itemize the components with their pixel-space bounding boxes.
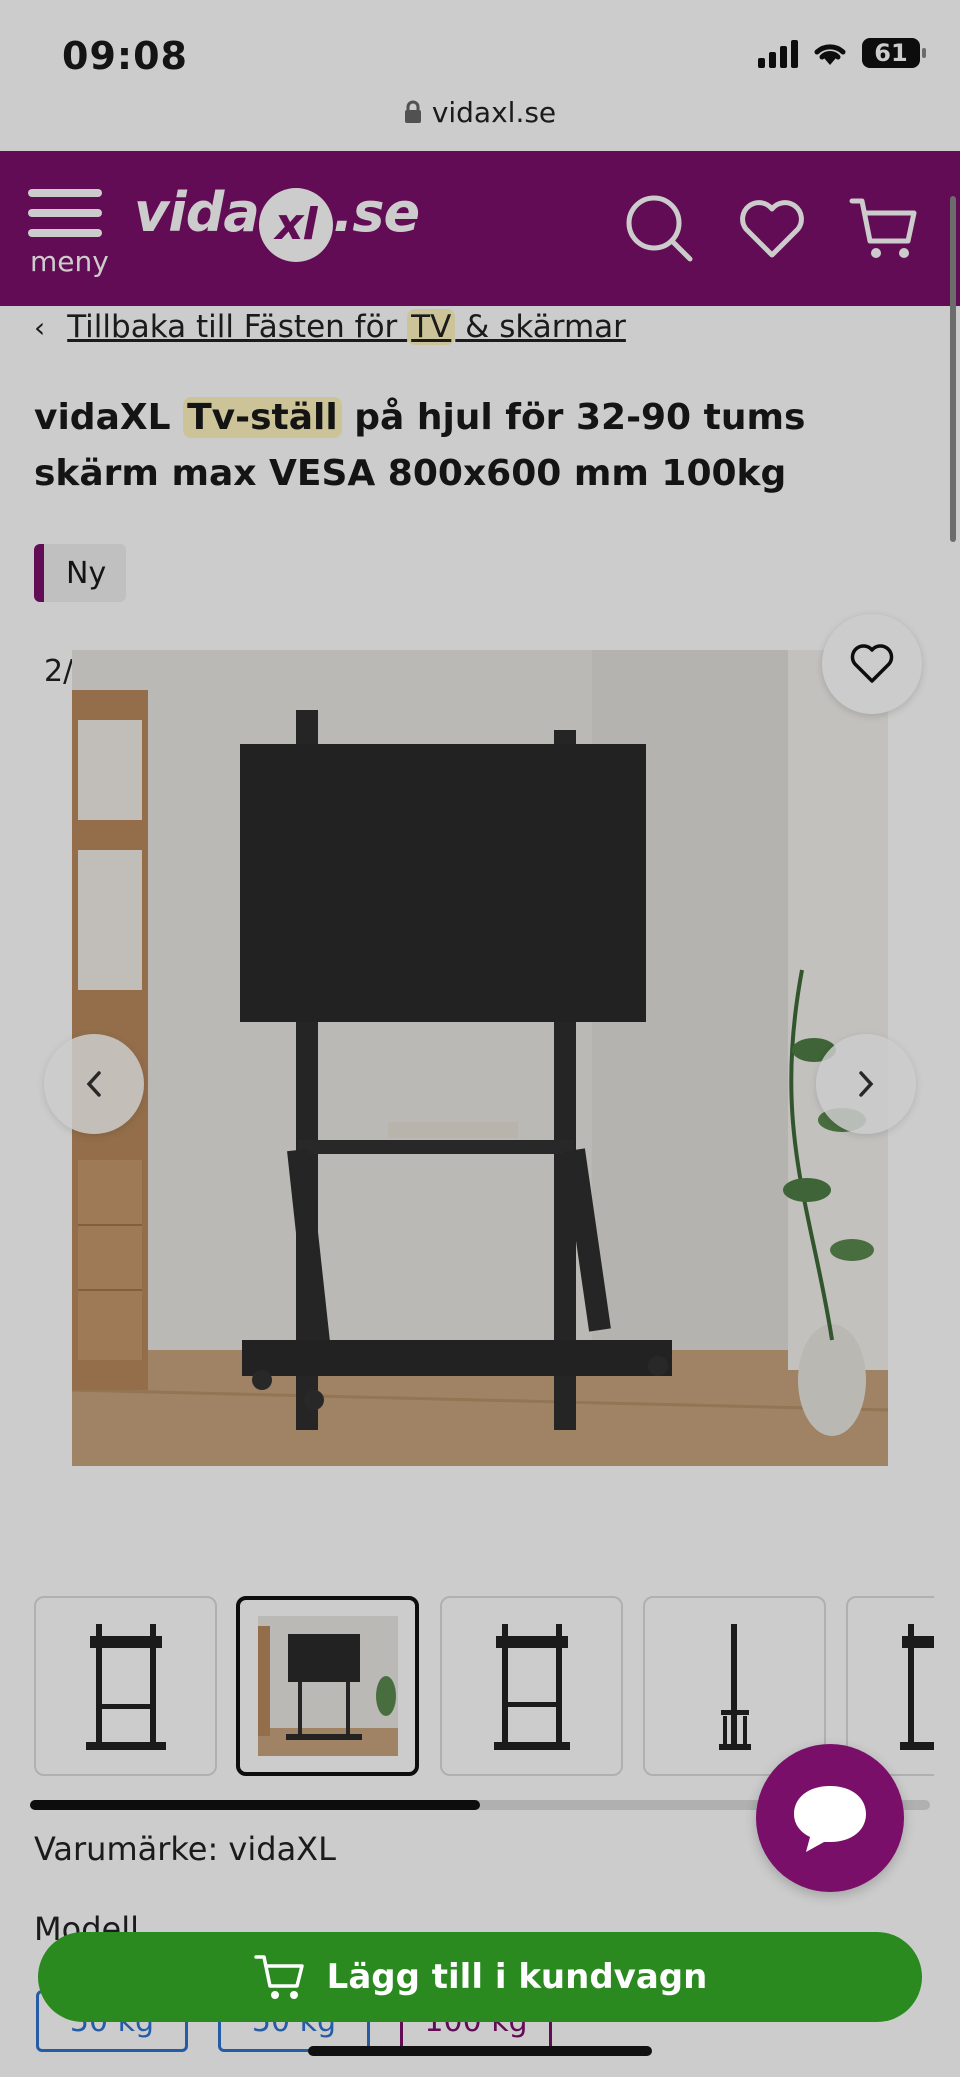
new-badge: Ny — [34, 544, 127, 602]
thumbnail-image — [257, 1616, 398, 1756]
page-scrollbar[interactable] — [950, 196, 956, 542]
search-icon[interactable] — [622, 191, 698, 267]
thumbnail[interactable] — [34, 1596, 217, 1776]
product-title: vidaXL Tv-ställ på hjul för 32-90 tums s… — [34, 397, 806, 494]
chevron-left-icon: ‹ — [34, 310, 46, 344]
breadcrumb-link[interactable]: Tillbaka till Fästen för TV & skärmar — [67, 309, 626, 345]
thumbnail[interactable] — [643, 1596, 826, 1776]
cart-icon — [253, 1955, 304, 1999]
heart-icon — [850, 644, 894, 683]
chevron-right-icon — [859, 1071, 874, 1097]
vidaxl-logo[interactable]: vida xl .se — [134, 181, 420, 262]
url-text: vidaxl.se — [431, 96, 557, 129]
status-icons: 61 — [758, 38, 926, 68]
battery-icon: 61 — [862, 38, 926, 68]
status-time: 09:08 — [62, 34, 188, 78]
signal-icon — [758, 38, 798, 68]
product-image[interactable] — [72, 650, 888, 1466]
home-indicator — [308, 2046, 652, 2056]
menu-button[interactable] — [28, 189, 108, 299]
wifi-icon — [814, 44, 846, 65]
product-photo — [72, 650, 888, 1466]
hamburger-icon — [28, 189, 108, 237]
thumbnail[interactable] — [440, 1596, 623, 1776]
thumbnail-image — [718, 1624, 751, 1750]
add-to-cart-button[interactable]: Lägg till i kundvagn — [38, 1932, 922, 2022]
chat-button[interactable] — [756, 1744, 904, 1892]
breadcrumb[interactable]: ‹ Tillbaka till Fästen för TV & skärmar — [34, 306, 626, 348]
thumbnail-scrollbar-thumb[interactable] — [30, 1800, 480, 1810]
status-bar: 09:08 61 vidaxl.se — [0, 0, 960, 129]
thumbnail-strip — [34, 1590, 934, 1776]
thumbnail-image — [899, 1624, 934, 1750]
add-to-wishlist-button[interactable] — [822, 614, 922, 714]
next-image-button[interactable] — [816, 1034, 916, 1134]
cart-icon[interactable] — [846, 191, 922, 267]
site-header: meny vida xl .se — [0, 151, 960, 306]
thumbnail-image — [493, 1624, 570, 1750]
wishlist-icon[interactable] — [734, 191, 810, 267]
add-to-cart-label: Lägg till i kundvagn — [326, 1957, 708, 1997]
previous-image-button[interactable] — [44, 1034, 144, 1134]
chat-bubble-icon — [794, 1786, 866, 1852]
thumbnail-image — [85, 1624, 166, 1750]
brand-label: Varumärke: vidaXL — [34, 1830, 336, 1868]
chevron-left-icon — [86, 1071, 101, 1097]
menu-label: meny — [30, 245, 109, 278]
lock-icon — [404, 100, 421, 123]
url-bar[interactable]: vidaxl.se — [0, 96, 960, 129]
thumbnail-active[interactable] — [236, 1596, 419, 1776]
